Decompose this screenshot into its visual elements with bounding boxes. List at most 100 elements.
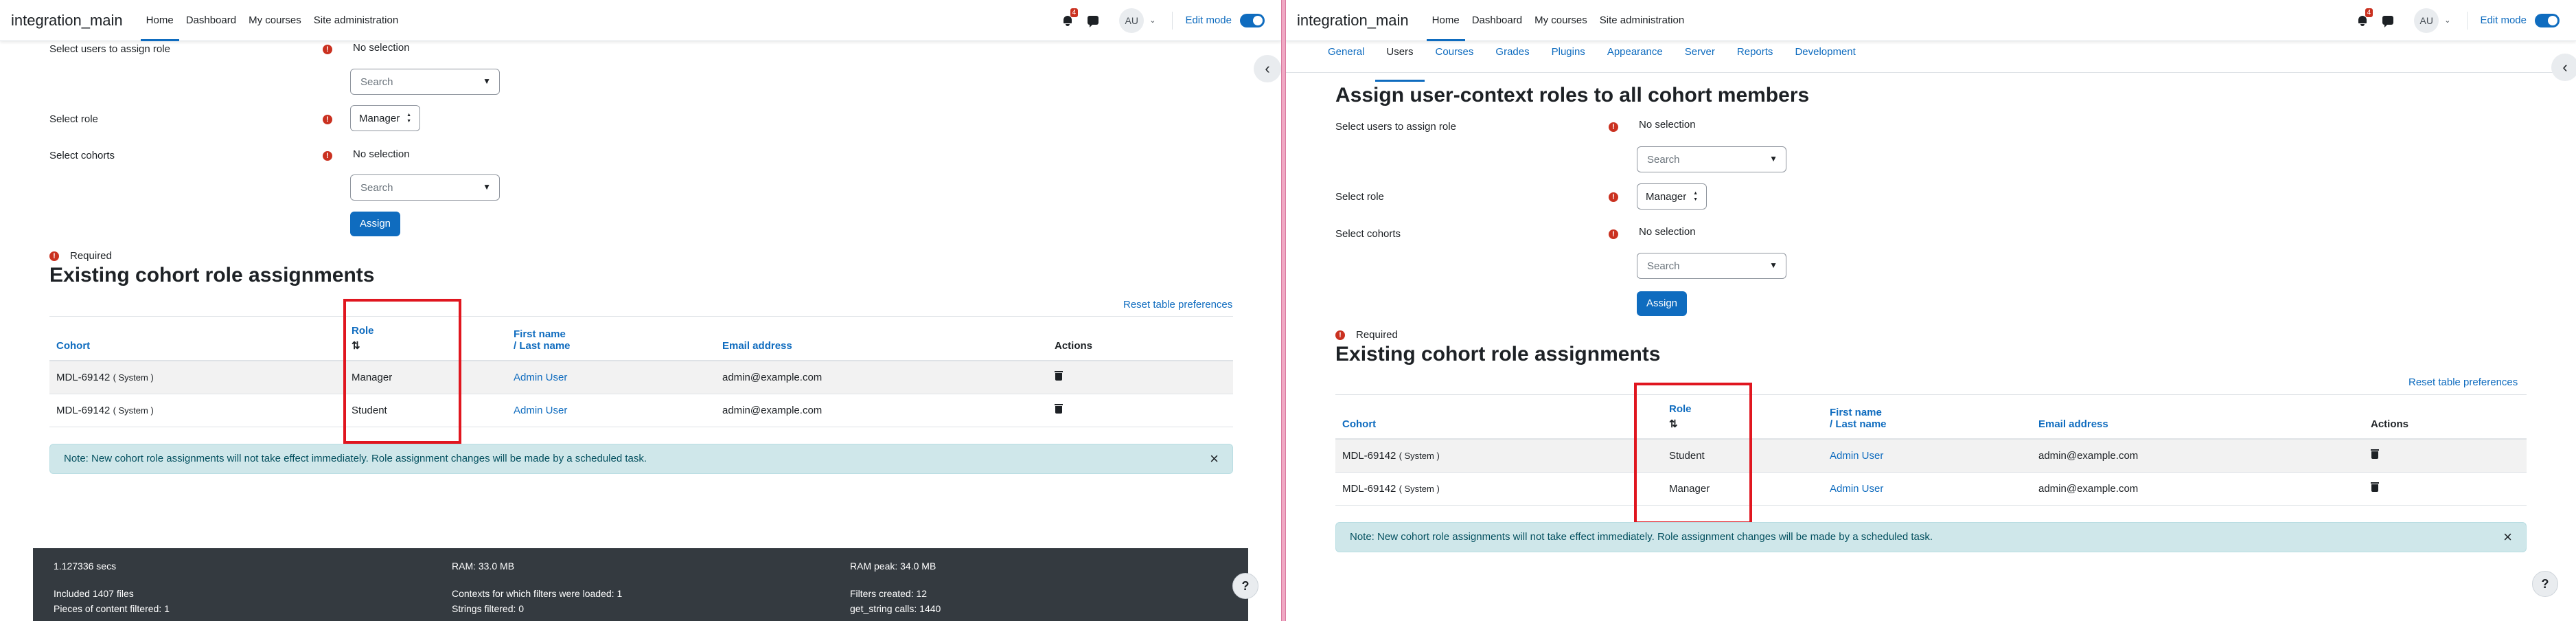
select-role-dropdown[interactable]: Manager ▲ ▼ <box>1637 183 1707 210</box>
user-menu-chevron-down-icon[interactable]: ⌄ <box>2444 16 2450 25</box>
select-users-value: No selection <box>353 42 410 54</box>
edit-mode-toggle[interactable] <box>2535 13 2560 27</box>
tab-grades[interactable]: Grades <box>1484 41 1540 72</box>
reset-table-preferences-link[interactable]: Reset table preferences <box>1123 299 1232 310</box>
select-cohorts-value: No selection <box>1639 226 1696 238</box>
help-button[interactable]: ? <box>1232 573 1258 599</box>
cohort-name: MDL-69142 <box>1342 449 1396 462</box>
col-cohort-label: Cohort <box>56 340 91 352</box>
nav-my-courses[interactable]: My courses <box>1534 0 1587 41</box>
user-link[interactable]: Admin User <box>1830 450 1883 462</box>
select-users-search[interactable]: Search ▼ <box>350 69 500 95</box>
notifications-bell-icon[interactable]: 4 <box>2356 8 2373 27</box>
edit-mode-label: Edit mode <box>2480 14 2527 26</box>
col-first-name-label[interactable]: First name <box>1830 407 2025 418</box>
nav-site-administration[interactable]: Site administration <box>314 0 398 41</box>
footer-get-string: get_string calls: 1440 <box>850 603 941 614</box>
delete-trash-icon[interactable] <box>2371 482 2379 492</box>
delete-trash-icon[interactable] <box>1055 371 1063 381</box>
col-last-name-label[interactable]: / Last name <box>1830 418 1887 430</box>
site-brand[interactable]: integration_main <box>1297 12 1409 30</box>
select-cohorts-search[interactable]: Search ▼ <box>1637 253 1786 279</box>
cohort-name: MDL-69142 <box>56 371 111 383</box>
user-avatar[interactable]: AU <box>2414 8 2439 33</box>
arrow-up-icon: ▲ <box>1693 191 1698 196</box>
pane-divider <box>1281 0 1286 621</box>
tab-reports[interactable]: Reports <box>1726 41 1784 72</box>
col-first-name-label[interactable]: First name <box>514 328 709 340</box>
nav-home[interactable]: Home <box>140 0 179 41</box>
cohort-context: ( System ) <box>113 405 154 416</box>
col-cohort-label: Cohort <box>1342 418 1377 430</box>
user-avatar[interactable]: AU <box>1119 8 1145 33</box>
tab-server[interactable]: Server <box>1674 41 1726 72</box>
reset-table-preferences-link[interactable]: Reset table preferences <box>2408 376 2518 388</box>
edit-mode-toggle[interactable] <box>1240 13 1265 27</box>
table-row: MDL-69142 ( System ) Manager Admin User … <box>1335 472 2527 506</box>
select-users-value: No selection <box>1639 119 1696 131</box>
assign-button[interactable]: Assign <box>350 212 401 236</box>
notification-count-badge: 4 <box>1070 8 1079 17</box>
tab-courses[interactable]: Courses <box>1425 41 1485 72</box>
select-cohorts-search[interactable]: Search ▼ <box>350 174 500 201</box>
actions-cell <box>2364 472 2527 506</box>
arrow-down-icon: ▼ <box>1693 197 1698 202</box>
user-menu-chevron-down-icon[interactable]: ⌄ <box>1149 16 1155 25</box>
tab-general[interactable]: General <box>1317 41 1375 72</box>
close-icon[interactable]: × <box>1210 444 1219 473</box>
notifications-bell-icon[interactable]: 4 <box>1061 8 1079 27</box>
messages-chat-icon[interactable] <box>1088 16 1099 27</box>
user-cell: Admin User <box>507 394 715 427</box>
nav-my-courses[interactable]: My courses <box>249 0 301 41</box>
user-link[interactable]: Admin User <box>514 372 567 383</box>
site-brand[interactable]: integration_main <box>11 12 123 30</box>
delete-trash-icon[interactable] <box>1055 404 1063 414</box>
col-last-name-label[interactable]: / Last name <box>514 340 571 352</box>
table-row: MDL-69142 ( System ) Student Admin User … <box>49 394 1233 427</box>
existing-assignments-heading: Existing cohort role assignments <box>49 264 375 286</box>
col-cohort[interactable]: Cohort <box>1335 394 1662 440</box>
col-email-label: Email address <box>2038 418 2108 430</box>
col-email[interactable]: Email address <box>2032 394 2364 440</box>
nav-dashboard[interactable]: Dashboard <box>1472 0 1522 41</box>
user-link[interactable]: Admin User <box>1830 483 1883 495</box>
nav-dashboard[interactable]: Dashboard <box>186 0 236 41</box>
messages-chat-icon[interactable] <box>2382 16 2394 27</box>
footer-contexts: Contexts for which filters were loaded: … <box>452 588 623 599</box>
tab-appearance[interactable]: Appearance <box>1596 41 1674 72</box>
drawer-toggle-chevron-left-icon[interactable]: ‹ <box>1254 55 1281 82</box>
actions-cell <box>1048 394 1233 427</box>
help-button[interactable]: ? <box>2532 571 2558 597</box>
navbar: integration_main Home Dashboard My cours… <box>1286 0 2576 41</box>
footer-strings: Strings filtered: 0 <box>452 603 525 614</box>
close-icon[interactable]: × <box>2503 523 2512 552</box>
nav-home[interactable]: Home <box>1426 0 1465 41</box>
col-name[interactable]: First name / Last name <box>507 316 715 361</box>
cohort-name: MDL-69142 <box>1342 482 1396 495</box>
tab-plugins[interactable]: Plugins <box>1541 41 1596 72</box>
select-users-search[interactable]: Search ▼ <box>1637 146 1786 172</box>
notification-count-badge: 4 <box>2365 8 2373 17</box>
col-email[interactable]: Email address <box>715 316 1048 361</box>
dropdown-caret-icon: ▼ <box>483 76 491 86</box>
tab-users[interactable]: Users <box>1375 41 1425 82</box>
drawer-toggle-chevron-left-icon[interactable]: ‹ <box>2551 54 2576 81</box>
col-name[interactable]: First name / Last name <box>1823 394 2032 440</box>
col-cohort[interactable]: Cohort <box>49 316 345 361</box>
tab-development[interactable]: Development <box>1784 41 1866 72</box>
col-actions-label: Actions <box>1055 340 1093 352</box>
nav-site-administration[interactable]: Site administration <box>1600 0 1684 41</box>
user-cell: Admin User <box>1823 439 2032 473</box>
role-column-highlight <box>343 299 461 444</box>
assign-button[interactable]: Assign <box>1637 291 1688 316</box>
select-role-dropdown[interactable]: Manager ▲ ▼ <box>350 105 420 131</box>
cohort-context: ( System ) <box>113 372 154 383</box>
arrow-up-icon: ▲ <box>406 113 411 117</box>
select-role-label: Select role <box>1335 191 1384 203</box>
dropdown-caret-icon: ▼ <box>483 182 491 192</box>
footer-ram-peak: RAM peak: 34.0 MB <box>850 561 936 572</box>
notice-alert: Note: New cohort role assignments will n… <box>1335 522 2527 552</box>
user-link[interactable]: Admin User <box>514 405 567 416</box>
delete-trash-icon[interactable] <box>2371 449 2379 460</box>
selected-role: Manager <box>359 112 400 124</box>
